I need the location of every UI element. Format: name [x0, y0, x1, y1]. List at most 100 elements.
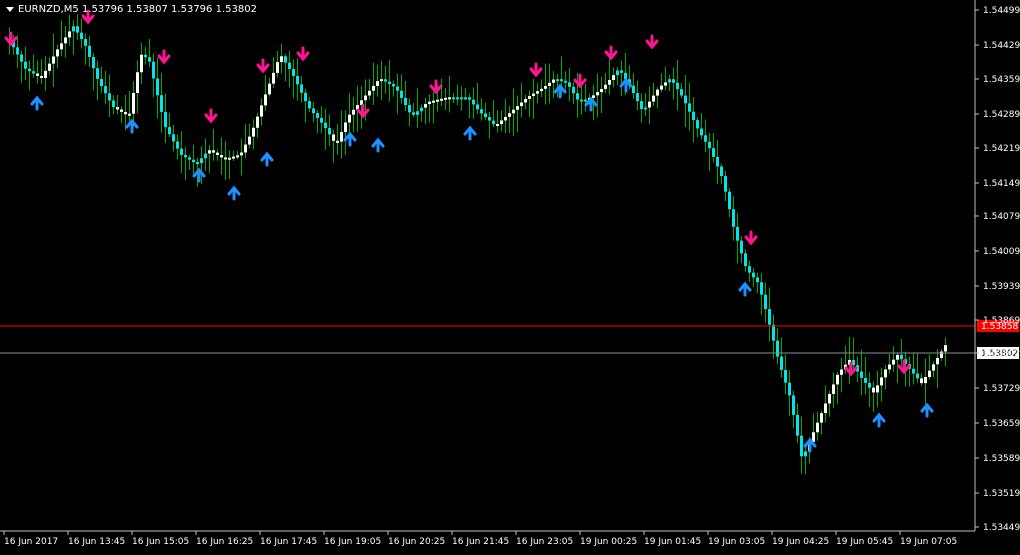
candle-body — [756, 277, 759, 283]
candle-body — [196, 162, 199, 165]
triangle-down-icon[interactable] — [6, 6, 14, 12]
candle-body — [816, 422, 819, 433]
candle-body — [288, 62, 291, 70]
candle-body — [688, 103, 691, 112]
candle-body — [236, 155, 239, 158]
candle-body — [528, 95, 531, 99]
candle-body — [620, 70, 623, 73]
y-tick-label: 1.54289 — [983, 110, 1020, 120]
x-tick-label: 19 Jun 03:05 — [708, 537, 765, 547]
candle-body — [944, 345, 947, 352]
candle-body — [440, 98, 443, 101]
candle-body — [16, 47, 19, 55]
candle-body — [312, 108, 315, 114]
candle-body — [536, 91, 539, 94]
candle-body — [932, 364, 935, 371]
candle-body — [352, 109, 355, 115]
candle-body — [20, 54, 23, 62]
candle-body — [796, 414, 799, 436]
candle-body — [336, 140, 339, 143]
candle-body — [636, 93, 639, 102]
candle-body — [708, 141, 711, 149]
candle-body — [260, 105, 263, 117]
candle-body — [180, 148, 183, 155]
candle-body — [596, 92, 599, 96]
candle-body — [780, 356, 783, 370]
candle-body — [120, 109, 123, 112]
y-tick-label: 1.53729 — [983, 384, 1020, 394]
y-tick-label: 1.54429 — [983, 41, 1020, 51]
candle-body — [216, 152, 219, 156]
candle-body — [724, 176, 727, 192]
candle-body — [296, 76, 299, 85]
candle-body — [188, 157, 191, 160]
candle-body — [484, 113, 487, 118]
y-tick-label: 1.53802 — [983, 349, 1020, 359]
candle-body — [560, 79, 563, 82]
candle-body — [704, 135, 707, 142]
candle-body — [164, 111, 167, 128]
candlestick-chart[interactable]: 1.538581.53802 1.544991.544291.543591.54… — [0, 0, 1020, 551]
candle-body — [776, 340, 779, 357]
candle-body — [212, 150, 215, 153]
candle-body — [720, 166, 723, 177]
candle-body — [480, 109, 483, 114]
candle-body — [792, 395, 795, 415]
candle-body — [652, 95, 655, 102]
candle-body — [284, 56, 287, 63]
candle-body — [160, 95, 163, 112]
candle-body — [760, 282, 763, 295]
candle-body — [368, 90, 371, 96]
candle-body — [520, 102, 523, 107]
candle-body — [696, 120, 699, 129]
candle-body — [100, 78, 103, 87]
candle-body — [768, 309, 771, 325]
symbol-header: EURNZD,M5 1.53796 1.53807 1.53796 1.5380… — [6, 4, 257, 15]
candle-body — [88, 45, 91, 57]
candle-body — [556, 79, 559, 82]
candle-body — [764, 294, 767, 310]
candle-body — [516, 106, 519, 110]
candle-body — [340, 132, 343, 142]
candle-body — [896, 354, 899, 360]
x-tick-label: 19 Jun 07:05 — [900, 537, 957, 547]
candle-body — [448, 97, 451, 100]
candle-body — [132, 92, 135, 114]
candle-body — [444, 97, 447, 100]
chart-area[interactable]: 1.53858 1.53802 1.54499 1.54429 1.54359 1.54… — [0, 0, 1020, 551]
x-tick-label: 19 Jun 01:45 — [644, 537, 701, 547]
candle-body — [868, 382, 871, 388]
candle-body — [540, 88, 543, 92]
x-tick-label: 16 Jun 23:05 — [516, 537, 573, 547]
candle-body — [684, 95, 687, 104]
candle-body — [60, 43, 63, 50]
candle-body — [332, 134, 335, 141]
candle-body — [384, 79, 387, 82]
candle-body — [616, 70, 619, 76]
candle-body — [572, 86, 575, 94]
candle-body — [304, 92, 307, 102]
candle-body — [380, 79, 383, 82]
candle-body — [172, 134, 175, 142]
candle-body — [84, 39, 87, 46]
candle-body — [788, 382, 791, 396]
candle-body — [772, 324, 775, 341]
candle-body — [736, 226, 739, 241]
candle-body — [872, 387, 875, 393]
candle-body — [716, 156, 719, 167]
candle-body — [580, 99, 583, 102]
candle-body — [920, 378, 923, 384]
candle-body — [184, 154, 187, 158]
ohlc-values: 1.53796 1.53807 1.53796 1.53802 — [81, 4, 257, 15]
candle-body — [492, 120, 495, 125]
candle-body — [600, 88, 603, 93]
candle-body — [268, 83, 271, 95]
candle-body — [800, 435, 803, 457]
candle-body — [828, 393, 831, 404]
x-tick-label: 16 Jun 13:45 — [68, 537, 125, 547]
candle-body — [156, 78, 159, 96]
candle-body — [128, 113, 131, 116]
candle-body — [192, 159, 195, 163]
candle-body — [56, 49, 59, 57]
y-tick-label: 1.54149 — [983, 179, 1020, 189]
